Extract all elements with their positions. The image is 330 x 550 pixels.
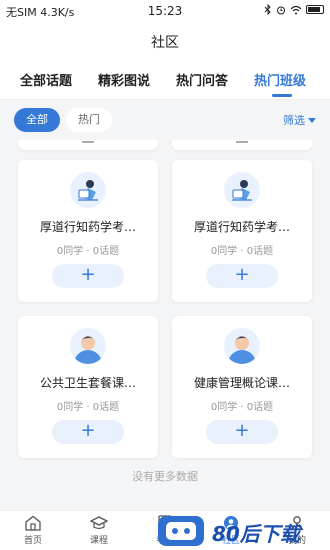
class-stats: 0同学 · 0话题: [210, 246, 274, 257]
filter-label: 筛选: [283, 114, 305, 127]
filter-bar: 全部 热门 筛选: [0, 100, 330, 140]
active-tab-indicator: [272, 94, 292, 97]
class-name: 厚道行知药学考…: [193, 220, 290, 234]
watermark-text: 80后下载: [212, 522, 300, 546]
nav-bar: 社区: [0, 22, 330, 60]
no-more-data-text: 没有更多数据: [132, 470, 198, 483]
tab-all-topics[interactable]: 全部话题: [20, 70, 72, 89]
tab-featured-pictures[interactable]: 精彩图说: [98, 70, 150, 89]
reader-icon: [70, 172, 106, 208]
tab-courses[interactable]: 课程: [66, 515, 132, 546]
class-card[interactable]: 厚道行知药学考… 0同学 · 0话题 +: [172, 160, 312, 302]
class-stats: 0同学 · 0话题: [210, 402, 274, 413]
chip-all[interactable]: 全部: [14, 108, 60, 132]
tab-hot-classes[interactable]: 热门班级: [254, 70, 306, 89]
join-class-button[interactable]: +: [206, 420, 278, 444]
wifi-icon: [290, 5, 302, 14]
class-card[interactable]: 厚道行知药学考… 0同学 · 0话题 +: [18, 160, 158, 302]
card-fragment-dash: [82, 141, 94, 143]
tab-hot-qa[interactable]: 热门问答: [176, 70, 228, 89]
class-stats: 0同学 · 0话题: [56, 402, 120, 413]
class-card[interactable]: 健康管理概论课… 0同学 · 0话题 +: [172, 316, 312, 458]
class-list: 厚道行知药学考… 0同学 · 0话题 + 厚道行知药学考… 0同学 · 0话题 …: [0, 140, 330, 510]
join-class-button[interactable]: +: [52, 420, 124, 444]
topic-tabs: 全部话题 精彩图说 热门问答 热门班级: [0, 60, 330, 100]
home-icon: [24, 515, 42, 531]
person-icon: [224, 328, 260, 364]
reader-icon: [224, 172, 260, 208]
person-icon: [70, 328, 106, 364]
tab-label: 首页: [23, 536, 42, 546]
robot-logo-icon: [158, 516, 204, 546]
tab-label: 课程: [89, 536, 108, 546]
page-title: 社区: [151, 35, 179, 51]
chip-hot[interactable]: 热门: [66, 108, 112, 132]
battery-icon: [306, 5, 324, 14]
card-partial-top: [172, 140, 312, 150]
class-name: 厚道行知药学考…: [39, 220, 136, 234]
watermark-logo: 80后下载: [158, 514, 330, 548]
join-class-button[interactable]: +: [206, 264, 278, 288]
card-partial-top: [18, 140, 158, 150]
graduation-cap-icon: [89, 515, 109, 531]
alarm-icon: [277, 6, 285, 14]
card-fragment-dash: [236, 141, 248, 143]
class-name: 健康管理概论课…: [193, 376, 290, 390]
status-bar: 无SIM 4.3K/s 15:23: [0, 0, 330, 22]
class-name: 公共卫生套餐课…: [39, 376, 136, 390]
filter-button[interactable]: 筛选: [283, 112, 316, 128]
join-class-button[interactable]: +: [52, 264, 124, 288]
caret-down-icon: [308, 117, 316, 123]
status-icons: [264, 4, 324, 15]
class-card[interactable]: 公共卫生套餐课… 0同学 · 0话题 +: [18, 316, 158, 458]
tab-home[interactable]: 首页: [0, 515, 66, 546]
bluetooth-icon: [264, 4, 271, 15]
class-stats: 0同学 · 0话题: [56, 246, 120, 257]
